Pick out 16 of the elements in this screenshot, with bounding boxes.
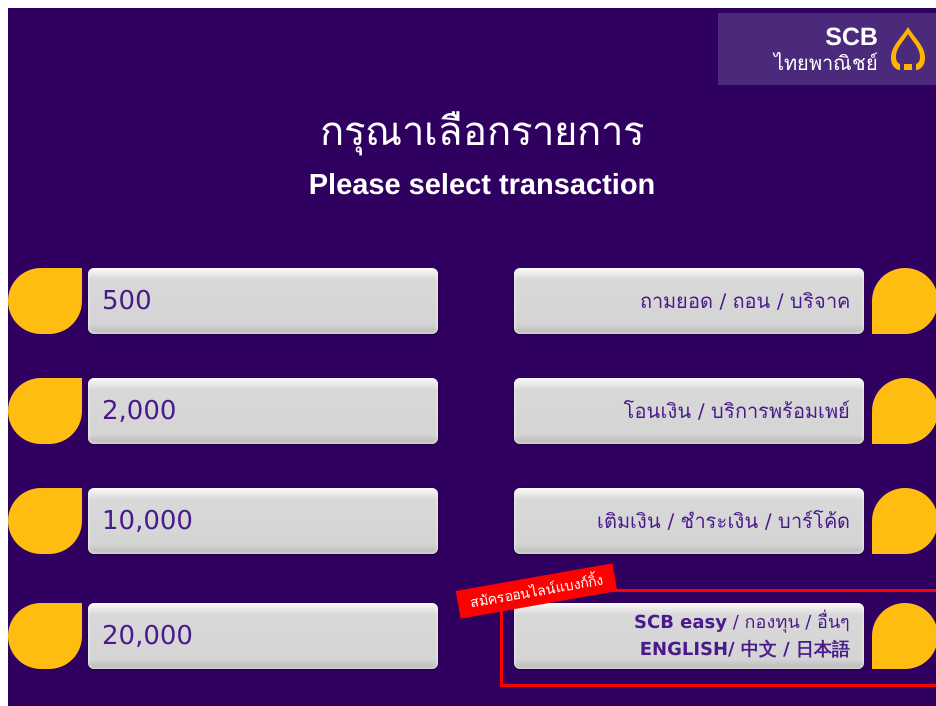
transaction-button[interactable]: ถามยอด / ถอน / บริจาค — [514, 268, 864, 334]
tab-shape — [872, 378, 936, 444]
screen-subtitle: Please select transaction — [308, 169, 656, 202]
amount-button[interactable]: 20,000 — [88, 603, 438, 669]
amount-button[interactable]: 10,000 — [88, 488, 438, 554]
amount-button[interactable]: 500 — [88, 268, 438, 334]
transaction-button[interactable]: โอนเงิน / บริการพร้อมเพย์ — [514, 378, 864, 444]
tab-shape — [872, 268, 936, 334]
transaction-button[interactable]: SCB easy / กองทุน / อื่นๆ ENGLISH/ 中文 / 日本語 — [514, 603, 864, 669]
bank-name: ไทยพาณิชย์ — [774, 52, 878, 74]
tab-shape — [872, 488, 936, 554]
brand-name: SCB — [825, 24, 878, 52]
amount-button[interactable]: 2,000 — [88, 378, 438, 444]
screen-title: กรุณาเลือกรายการ — [319, 108, 644, 158]
transaction-button[interactable]: เติมเงิน / ชำระเงิน / บาร์โค้ด — [514, 488, 864, 554]
tab-shape — [872, 603, 936, 669]
